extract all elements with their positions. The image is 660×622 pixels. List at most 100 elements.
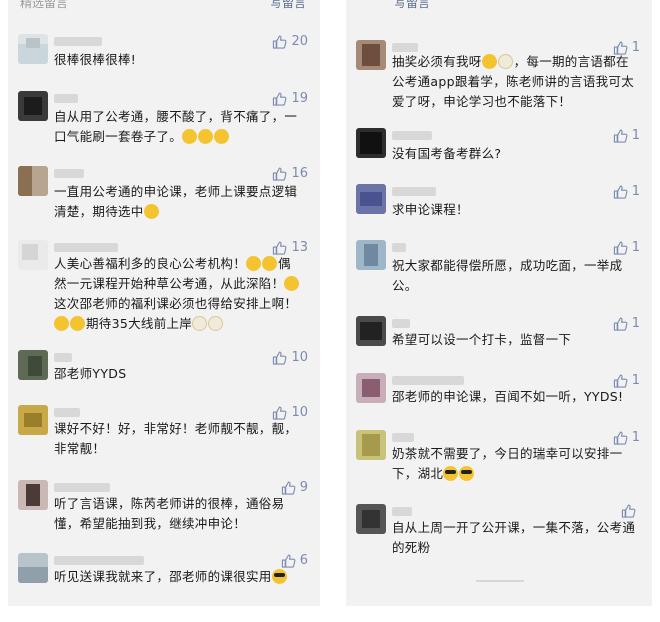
nickname-blurred <box>54 243 118 252</box>
like-count: 1 <box>631 40 640 55</box>
thumbs-up-icon <box>613 129 628 143</box>
nickname-blurred <box>54 169 84 178</box>
like-button[interactable]: 1 <box>613 316 640 331</box>
thumbs-up-icon <box>272 167 287 181</box>
like-button[interactable]: 16 <box>272 166 308 181</box>
thumbs-up-icon <box>613 317 628 331</box>
comment-text: 祝大家都能得偿所愿，成功吃面，一举成 公。 <box>392 258 623 293</box>
like-button[interactable]: 1 <box>613 430 640 445</box>
thumbs-up-icon <box>272 92 287 106</box>
like-button[interactable]: 13 <box>272 240 308 255</box>
like-button[interactable]: 1 <box>613 40 640 55</box>
like-button[interactable]: 6 <box>281 553 308 568</box>
like-button[interactable]: 19 <box>272 91 308 106</box>
nickname-blurred <box>54 408 80 417</box>
comments-panel-left: 精选留言 写留言 很棒很棒很棒! 20 自从用了公考通，腰不酸了，背不痛了，一 … <box>8 0 320 606</box>
nickname-blurred <box>392 319 410 328</box>
like-button[interactable]: 1 <box>613 128 640 143</box>
avatar <box>18 405 48 435</box>
like-count: 10 <box>291 350 308 365</box>
avatar <box>356 373 386 403</box>
like-count: 1 <box>631 316 640 331</box>
sunglasses-emoji-icon <box>443 466 459 481</box>
comments-panel-right: 写留言 抽奖必须有我呀 ，每一期的言语都在 公考通app跟着学，陈老师讲的言语我可… <box>346 0 652 606</box>
comment-text: 课好不好！好，非常好！老师靓不靓，靓， 非常靓！ <box>54 421 298 456</box>
avatar <box>356 240 386 270</box>
nickname-blurred <box>54 483 110 492</box>
emoji-icon <box>192 316 208 331</box>
comment-text: 人美心善福利多的良心公考机构！偶 然一元课程开始种草公考通，从此深陷！ 这次邵老… <box>54 254 300 334</box>
emoji-icon <box>182 129 198 144</box>
nickname-blurred <box>54 94 78 103</box>
comment-text: 没有国考备考群么? <box>392 146 502 161</box>
like-button[interactable]: 9 <box>281 480 308 495</box>
comment-text: 听了言语课，陈芮老师讲的很棒，通俗易 懂，希望能抽到我，继续冲申论！ <box>54 496 285 531</box>
sunglasses-emoji-icon <box>459 466 475 481</box>
nickname-blurred <box>54 353 72 362</box>
emoji-icon <box>246 256 262 271</box>
like-count: 1 <box>631 430 640 445</box>
emoji-icon <box>208 316 224 331</box>
like-count: 1 <box>631 240 640 255</box>
avatar <box>356 504 386 534</box>
comment-text: 求申论课程！ <box>392 202 469 217</box>
like-button[interactable]: 10 <box>272 350 308 365</box>
like-count: 20 <box>291 34 308 49</box>
comment-text: 自从上周一开了公开课，一集不落，公考通 的死粉 <box>392 520 636 555</box>
avatar <box>356 316 386 346</box>
comments-header: 写留言 <box>346 0 652 14</box>
comment-text: 奶茶就不需要了，今日的瑞幸可以安排一 下，湖北 <box>392 446 623 481</box>
emoji-icon <box>497 54 513 69</box>
like-count: 1 <box>631 184 640 199</box>
thumbs-up-icon <box>613 374 628 388</box>
nickname-blurred <box>392 243 406 252</box>
like-count: 9 <box>299 480 308 495</box>
thumbs-up-icon <box>272 241 287 255</box>
like-button[interactable] <box>621 504 640 518</box>
thumbs-up-icon <box>621 504 636 518</box>
comment-text: 抽奖必须有我呀 ，每一期的言语都在 公考通app跟着学，陈老师讲的言语我可太 爱了… <box>392 54 635 109</box>
like-count: 10 <box>291 405 308 420</box>
thumbs-up-icon <box>613 41 628 55</box>
like-button[interactable]: 1 <box>613 184 640 199</box>
avatar <box>18 350 48 380</box>
emoji-icon <box>262 256 278 271</box>
write-comment-link[interactable]: 写留言 <box>270 0 306 11</box>
like-button[interactable]: 20 <box>272 34 308 49</box>
nickname-blurred <box>392 187 436 196</box>
write-comment-link[interactable]: 写留言 <box>394 0 430 11</box>
thumbs-up-icon <box>613 185 628 199</box>
avatar <box>18 34 48 64</box>
nickname-blurred <box>54 556 144 565</box>
thumbs-up-icon <box>272 351 287 365</box>
like-button[interactable]: 1 <box>613 240 640 255</box>
like-count: 1 <box>631 128 640 143</box>
like-count: 16 <box>291 166 308 181</box>
comment-text: 自从用了公考通，腰不酸了，背不痛了，一 口气能刷一套卷子了。 <box>54 109 298 144</box>
avatar <box>18 480 48 510</box>
avatar <box>18 166 48 196</box>
emoji-icon <box>481 54 497 69</box>
avatar <box>356 430 386 460</box>
thumbs-up-icon <box>272 406 287 420</box>
comment-text: 邵老师YYDS <box>54 366 127 381</box>
like-button[interactable]: 10 <box>272 405 308 420</box>
avatar <box>18 553 48 583</box>
avatar <box>356 40 386 70</box>
emoji-icon <box>198 129 214 144</box>
thumbs-up-icon <box>281 481 296 495</box>
featured-comments-title: 精选留言 <box>20 0 69 10</box>
comment-text: 邵老师的申论课，百闻不如一听，YYDS! <box>392 389 624 404</box>
like-count: 6 <box>299 553 308 568</box>
comment-text: 听见送课我就来了，邵老师的课很实用 <box>54 567 288 587</box>
like-count: 1 <box>631 373 640 388</box>
avatar <box>18 91 48 121</box>
comment-text: 很棒很棒很棒! <box>54 52 137 67</box>
avatar <box>356 128 386 158</box>
like-count: 19 <box>291 91 308 106</box>
sunglasses-emoji-icon <box>271 569 287 584</box>
like-button[interactable]: 1 <box>613 373 640 388</box>
nickname-blurred <box>392 43 418 52</box>
avatar <box>356 184 386 214</box>
like-count: 13 <box>291 240 308 255</box>
